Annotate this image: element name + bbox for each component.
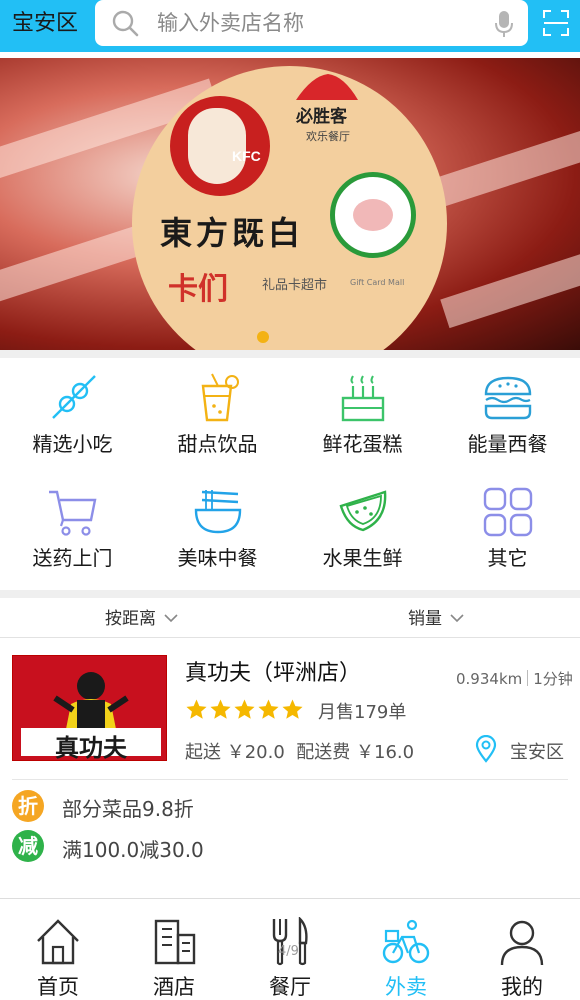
bike-icon bbox=[382, 919, 430, 964]
reduction-text: 满100.0减30.0 bbox=[62, 838, 204, 862]
cart-icon bbox=[49, 490, 97, 536]
category-drinks[interactable]: 甜点饮品 bbox=[145, 372, 290, 472]
category-cake[interactable]: 鲜花蛋糕 bbox=[290, 372, 435, 472]
kfc-logo: KFC bbox=[170, 96, 270, 196]
search-icon bbox=[112, 10, 139, 37]
discount-text: 部分菜品9.8折 bbox=[62, 797, 194, 821]
sort-distance-label: 按距离 bbox=[105, 609, 156, 629]
watermelon-icon bbox=[339, 490, 387, 532]
store-time: 1分钟 bbox=[533, 670, 573, 688]
chevron-down-icon bbox=[450, 614, 464, 623]
tab-label: 餐厅 bbox=[269, 975, 311, 999]
kfc-logo-text: KFC bbox=[232, 148, 261, 164]
sort-by-sales[interactable]: 销量 bbox=[408, 600, 464, 638]
tab-hotel[interactable]: 酒店 bbox=[116, 899, 232, 1000]
store-distance: 0.934km bbox=[456, 670, 523, 688]
sort-by-distance[interactable]: 按距离 bbox=[105, 600, 178, 638]
region-selector[interactable]: 宝安区 bbox=[12, 0, 78, 48]
kfc-colonel-face bbox=[188, 108, 246, 184]
category-western[interactable]: 能量西餐 bbox=[435, 372, 580, 472]
scan-icon[interactable] bbox=[542, 9, 570, 37]
promo-banner[interactable]: KFC 必胜客 欢乐餐厅 東方既白 卡们 礼品卡超市 Gift Card Mal… bbox=[0, 58, 580, 350]
section-separator bbox=[0, 590, 580, 598]
tab-label: 酒店 bbox=[153, 975, 195, 999]
tab-mine[interactable]: 我的 bbox=[464, 899, 580, 1000]
tab-label: 我的 bbox=[501, 975, 543, 999]
grid-icon bbox=[483, 487, 533, 537]
tab-takeout[interactable]: 外卖 bbox=[348, 899, 464, 1000]
category-label: 能量西餐 bbox=[467, 432, 548, 456]
store-logo[interactable]: 真功夫 bbox=[12, 655, 167, 761]
pig-logo bbox=[330, 172, 416, 258]
category-label: 精选小吃 bbox=[32, 432, 113, 456]
category-label: 美味中餐 bbox=[177, 546, 258, 570]
fork-knife-icon bbox=[272, 917, 308, 966]
tab-label: 外卖 bbox=[385, 975, 427, 999]
delivery-fee: 配送费 ￥16.0 bbox=[296, 742, 415, 763]
category-label: 送药上门 bbox=[32, 546, 113, 570]
page-indicator: 4/9 bbox=[278, 944, 299, 959]
banner-decoration bbox=[440, 237, 580, 329]
star-icon bbox=[258, 699, 279, 719]
hotel-icon bbox=[154, 919, 196, 965]
chevron-down-icon bbox=[164, 614, 178, 623]
pizza-hut-sub: 欢乐餐厅 bbox=[306, 130, 350, 143]
rating-stars bbox=[185, 698, 305, 724]
star-icon bbox=[210, 699, 231, 719]
pizza-hut-logo bbox=[296, 74, 358, 100]
kamen-brand: 卡们 bbox=[168, 272, 228, 307]
category-label: 其它 bbox=[487, 546, 528, 570]
card-divider bbox=[12, 779, 568, 780]
category-label: 甜点饮品 bbox=[177, 432, 258, 456]
giftcard-text: 礼品卡超市 bbox=[262, 278, 328, 293]
delivery-info: 起送 ￥20.0 配送费 ￥16.0 bbox=[185, 738, 414, 764]
banner-decoration bbox=[430, 117, 580, 209]
category-fruit[interactable]: 水果生鲜 bbox=[290, 486, 435, 586]
tab-label: 首页 bbox=[37, 975, 79, 999]
category-label: 水果生鲜 bbox=[322, 546, 403, 570]
giftcard-en-text: Gift Card Mall bbox=[350, 278, 405, 287]
drink-icon bbox=[201, 373, 239, 422]
min-order: 起送 ￥20.0 bbox=[185, 742, 285, 763]
user-icon bbox=[500, 920, 544, 966]
sort-bar: 按距离 销量 bbox=[0, 600, 580, 638]
category-label: 鲜花蛋糕 bbox=[322, 432, 403, 456]
sort-sales-label: 销量 bbox=[408, 609, 442, 629]
header-bar: 宝安区 输入外卖店名称 bbox=[0, 0, 580, 52]
category-other[interactable]: 其它 bbox=[435, 486, 580, 586]
dongfang-brand: 東方既白 bbox=[160, 214, 305, 252]
pig-face bbox=[353, 199, 393, 231]
pizza-hut-name: 必胜客 bbox=[296, 107, 347, 127]
star-icon bbox=[234, 699, 255, 719]
distance-separator bbox=[527, 670, 529, 686]
discount-badge: 折 bbox=[12, 790, 44, 822]
category-chinese[interactable]: 美味中餐 bbox=[145, 486, 290, 586]
location-pin-icon bbox=[475, 735, 497, 763]
search-box[interactable]: 输入外卖店名称 bbox=[95, 0, 528, 46]
cake-icon bbox=[341, 375, 385, 422]
monthly-sales: 月售179单 bbox=[318, 702, 407, 723]
store-district: 宝安区 bbox=[510, 742, 564, 763]
bowl-icon bbox=[194, 490, 242, 534]
burger-icon bbox=[484, 376, 532, 420]
store-logo-text: 真功夫 bbox=[55, 734, 127, 761]
carousel-dot-active[interactable] bbox=[257, 331, 269, 343]
category-medicine[interactable]: 送药上门 bbox=[0, 486, 145, 586]
store-name[interactable]: 真功夫（坪洲店） bbox=[185, 655, 361, 687]
section-separator bbox=[0, 350, 580, 358]
reduction-badge: 减 bbox=[12, 830, 44, 862]
store-distance-time: 0.934km 1分钟 bbox=[456, 668, 573, 689]
search-input[interactable]: 输入外卖店名称 bbox=[157, 0, 304, 46]
star-icon bbox=[186, 699, 207, 719]
category-snacks[interactable]: 精选小吃 bbox=[0, 372, 145, 472]
home-icon bbox=[37, 919, 79, 965]
star-icon bbox=[282, 699, 303, 719]
skewer-icon bbox=[52, 375, 96, 419]
mic-icon[interactable] bbox=[494, 10, 514, 38]
tab-home[interactable]: 首页 bbox=[0, 899, 116, 1000]
